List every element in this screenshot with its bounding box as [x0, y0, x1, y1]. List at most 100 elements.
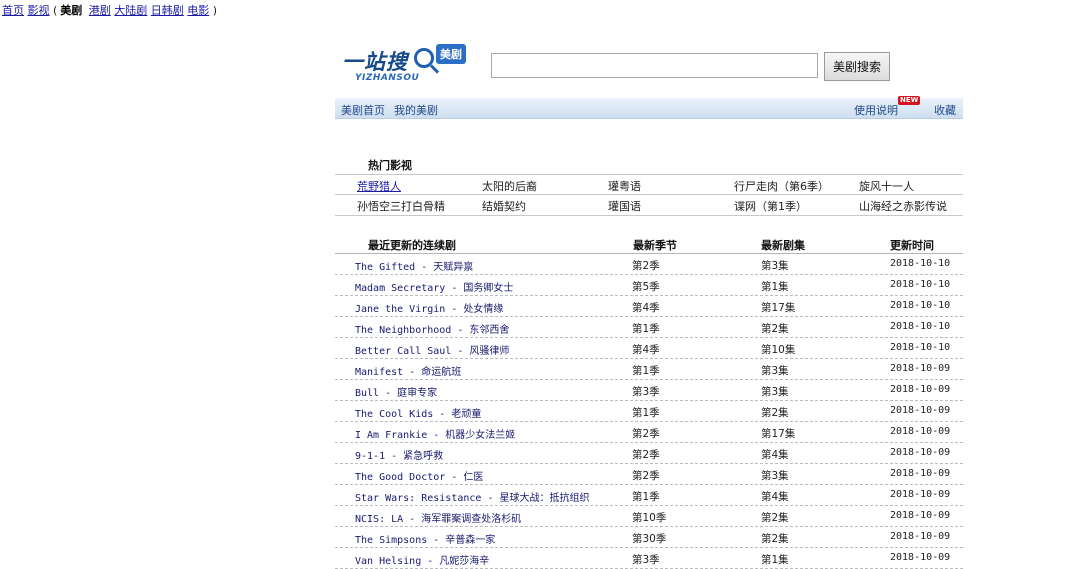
nav-paren-close: ) — [212, 4, 218, 17]
table-row[interactable]: Manifest - 命运航班 第1季 第3集 2018-10-09 — [335, 359, 963, 380]
update-date: 2018-10-09 — [890, 510, 951, 521]
hot-row: 孙悟空三打白骨精 结婚契约 瓘国语 谍网（第1季） 山海经之赤影传说 — [335, 194, 963, 216]
hot-item[interactable]: 荒野猎人 — [357, 178, 401, 194]
update-date: 2018-10-09 — [890, 405, 951, 416]
table-row[interactable]: The Good Doctor - 仁医 第2季 第3集 2018-10-09 — [335, 464, 963, 485]
latest-episode: 第3集 — [761, 260, 789, 272]
nav-link-mainland-drama[interactable]: 大陆剧 — [114, 4, 147, 17]
header-update-time: 更新时间 — [890, 239, 934, 252]
latest-season: 第2季 — [632, 428, 660, 440]
update-date: 2018-10-10 — [890, 279, 951, 290]
table-body: The Gifted - 天赋异禀 第2季 第3集 2018-10-10 Madam S… — [335, 254, 963, 569]
table-row[interactable]: The Gifted - 天赋异禀 第2季 第3集 2018-10-10 — [335, 254, 963, 275]
latest-season: 第3季 — [632, 386, 660, 398]
latest-episode: 第4集 — [761, 491, 789, 503]
subnav-link-favorite[interactable]: 收藏 — [934, 102, 956, 118]
table-header: 最近更新的连续剧 最新季节 最新剧集 更新时间 — [335, 232, 963, 254]
series-title-link[interactable]: Jane the Virgin - 处女情缘 — [355, 300, 503, 315]
hot-item[interactable]: 太阳的后裔 — [482, 178, 537, 194]
update-date: 2018-10-09 — [890, 384, 951, 395]
hot-item[interactable]: 孙悟空三打白骨精 — [357, 198, 445, 214]
hot-item[interactable]: 山海经之赤影传说 — [859, 198, 947, 214]
logo-text: 一站搜 — [342, 50, 408, 74]
latest-season: 第30季 — [632, 533, 667, 545]
latest-episode: 第2集 — [761, 407, 789, 419]
update-date: 2018-10-09 — [890, 489, 951, 500]
table-row[interactable]: 9-1-1 - 紧急呼救 第2季 第4集 2018-10-09 — [335, 443, 963, 464]
table-row[interactable]: The Cool Kids - 老顽童 第1季 第2集 2018-10-09 — [335, 401, 963, 422]
table-row[interactable]: Better Call Saul - 风骚律师 第4季 第10集 2018-10-10 — [335, 338, 963, 359]
series-title-link[interactable]: The Simpsons - 辛普森一家 — [355, 531, 495, 546]
latest-series-table: 最近更新的连续剧 最新季节 最新剧集 更新时间 The Gifted - 天赋异… — [335, 232, 963, 569]
series-title-link[interactable]: Madam Secretary - 国务卿女士 — [355, 279, 513, 294]
hot-item[interactable]: 行尸走肉（第6季） — [734, 178, 829, 194]
series-title-link[interactable]: Star Wars: Resistance - 星球大战：抵抗组织 — [355, 489, 590, 504]
site-logo[interactable]: 一站搜 YIZHANSOU 美剧 — [342, 42, 472, 88]
hot-item[interactable]: 瓘国语 — [608, 198, 641, 214]
latest-episode: 第3集 — [761, 386, 789, 398]
hot-item[interactable]: 谍网（第1季） — [734, 198, 807, 214]
table-row[interactable]: Van Helsing - 凡妮莎海辛 第3季 第1集 2018-10-09 — [335, 548, 963, 569]
latest-season: 第4季 — [632, 344, 660, 356]
search-input[interactable] — [491, 53, 818, 78]
latest-season: 第4季 — [632, 302, 660, 314]
subnav-link-help[interactable]: 使用说明 — [854, 102, 898, 118]
latest-season: 第10季 — [632, 512, 667, 524]
hot-item[interactable]: 瓘粤语 — [608, 178, 641, 194]
nav-current-us-drama: 美剧 — [60, 4, 83, 17]
table-row[interactable]: Bull - 庭审专家 第3季 第3集 2018-10-09 — [335, 380, 963, 401]
latest-episode: 第4集 — [761, 449, 789, 461]
series-title-link[interactable]: The Neighborhood - 东邻西舍 — [355, 321, 509, 336]
top-nav: 首页 影视 (美剧 港剧 大陆剧 日韩剧 电影 ) — [2, 2, 220, 18]
nav-link-hk-drama[interactable]: 港剧 — [89, 4, 111, 17]
series-title-link[interactable]: The Good Doctor - 仁医 — [355, 468, 483, 483]
hot-item[interactable]: 旋风十一人 — [859, 178, 914, 194]
nav-link-movies-tv[interactable]: 影视 — [28, 4, 50, 17]
header-latest-season: 最新季节 — [633, 239, 677, 252]
latest-episode: 第3集 — [761, 365, 789, 377]
table-row[interactable]: Madam Secretary - 国务卿女士 第5季 第1集 2018-10-10 — [335, 275, 963, 296]
series-title-link[interactable]: The Cool Kids - 老顽童 — [355, 405, 481, 420]
sub-nav-bar: 美剧首页 我的美剧 使用说明 NEW 收藏 — [335, 96, 963, 119]
table-row[interactable]: I Am Frankie - 机器少女法兰姬 第2季 第17集 2018-10-09 — [335, 422, 963, 443]
series-title-link[interactable]: 9-1-1 - 紧急呼救 — [355, 447, 443, 462]
table-row[interactable]: The Neighborhood - 东邻西舍 第1季 第2集 2018-10-10 — [335, 317, 963, 338]
hot-section-title: 热门影视 — [368, 159, 412, 172]
series-title-link[interactable]: The Gifted - 天赋异禀 — [355, 258, 473, 273]
series-title-link[interactable]: Manifest - 命运航班 — [355, 363, 461, 378]
latest-episode: 第3集 — [761, 470, 789, 482]
series-title-link[interactable]: I Am Frankie - 机器少女法兰姬 — [355, 426, 515, 441]
search-button[interactable]: 美剧搜索 — [824, 52, 890, 81]
series-title-link[interactable]: NCIS: LA - 海军罪案调查处洛杉矶 — [355, 510, 521, 525]
hot-row: 荒野猎人 太阳的后裔 瓘粤语 行尸走肉（第6季） 旋风十一人 — [335, 174, 963, 195]
update-date: 2018-10-10 — [890, 300, 951, 311]
update-date: 2018-10-09 — [890, 363, 951, 374]
nav-link-jp-kr-drama[interactable]: 日韩剧 — [151, 4, 184, 17]
latest-episode: 第2集 — [761, 533, 789, 545]
latest-episode: 第2集 — [761, 512, 789, 524]
logo-subtext: YIZHANSOU — [355, 73, 420, 83]
update-date: 2018-10-10 — [890, 342, 951, 353]
subnav-link-us-home[interactable]: 美剧首页 — [341, 102, 385, 118]
table-row[interactable]: Jane the Virgin - 处女情缘 第4季 第17集 2018-10-10 — [335, 296, 963, 317]
latest-episode: 第10集 — [761, 344, 796, 356]
table-row[interactable]: The Simpsons - 辛普森一家 第30季 第2集 2018-10-09 — [335, 527, 963, 548]
nav-link-film[interactable]: 电影 — [187, 4, 209, 17]
subnav-link-my-dramas[interactable]: 我的美剧 — [394, 102, 438, 118]
latest-season: 第5季 — [632, 281, 660, 293]
series-title-link[interactable]: Bull - 庭审专家 — [355, 384, 437, 399]
table-row[interactable]: NCIS: LA - 海军罪案调查处洛杉矶 第10季 第2集 2018-10-09 — [335, 506, 963, 527]
hot-item[interactable]: 结婚契约 — [482, 198, 526, 214]
latest-season: 第2季 — [632, 449, 660, 461]
update-date: 2018-10-10 — [890, 321, 951, 332]
latest-season: 第1季 — [632, 365, 660, 377]
series-title-link[interactable]: Van Helsing - 凡妮莎海辛 — [355, 552, 489, 567]
series-title-link[interactable]: Better Call Saul - 风骚律师 — [355, 342, 509, 357]
nav-paren-open: ( — [53, 4, 58, 17]
latest-season: 第3季 — [632, 554, 660, 566]
latest-season: 第1季 — [632, 491, 660, 503]
update-date: 2018-10-09 — [890, 531, 951, 542]
table-row[interactable]: Star Wars: Resistance - 星球大战：抵抗组织 第1季 第4集 2… — [335, 485, 963, 506]
nav-link-home[interactable]: 首页 — [2, 4, 24, 17]
update-date: 2018-10-09 — [890, 426, 951, 437]
